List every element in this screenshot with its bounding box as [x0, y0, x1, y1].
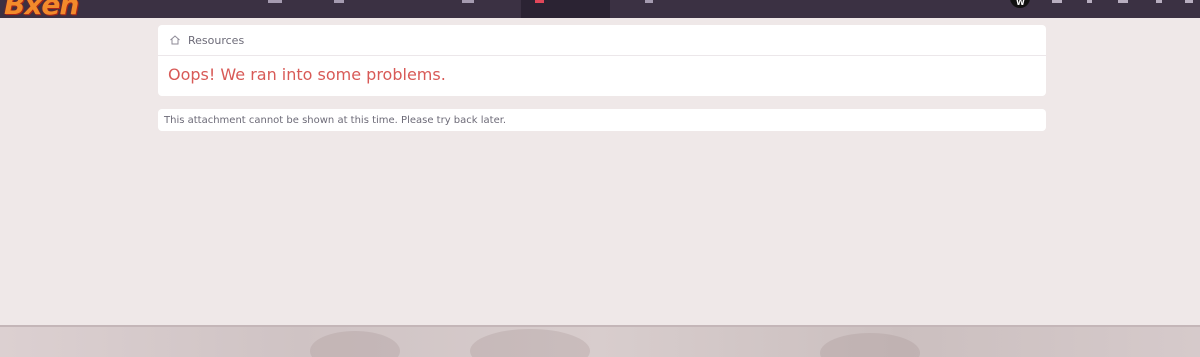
error-message-block: This attachment cannot be shown at this … — [158, 109, 1046, 131]
top-navigation-bar: Bxen W — [0, 0, 1200, 21]
settings-icon[interactable] — [1185, 0, 1193, 3]
footer-decoration — [470, 329, 590, 357]
bookmarks-icon[interactable] — [1118, 0, 1128, 3]
breadcrumb: Resources — [158, 25, 1046, 56]
inbox-icon[interactable] — [1052, 0, 1062, 3]
nav-item-2[interactable] — [334, 0, 344, 3]
nav-item-3[interactable] — [462, 0, 474, 3]
breadcrumb-item-resources[interactable]: Resources — [188, 34, 244, 47]
nav-item-1[interactable] — [268, 0, 282, 3]
error-title: Oops! We ran into some problems. — [168, 65, 446, 84]
footer-background — [0, 325, 1200, 357]
site-logo[interactable]: Bxen — [4, 0, 79, 21]
error-message: This attachment cannot be shown at this … — [164, 114, 507, 126]
home-icon[interactable] — [169, 34, 181, 46]
footer-decoration — [820, 333, 920, 357]
nav-item-5[interactable] — [645, 0, 653, 3]
error-block: Resources Oops! We ran into some problem… — [158, 25, 1046, 96]
footer-decoration — [310, 331, 400, 357]
user-avatar[interactable]: W — [1010, 0, 1030, 8]
nav-active-indicator — [535, 0, 544, 3]
nav-item-active[interactable] — [521, 0, 610, 18]
alerts-icon[interactable] — [1087, 0, 1092, 3]
search-icon[interactable] — [1156, 0, 1162, 3]
